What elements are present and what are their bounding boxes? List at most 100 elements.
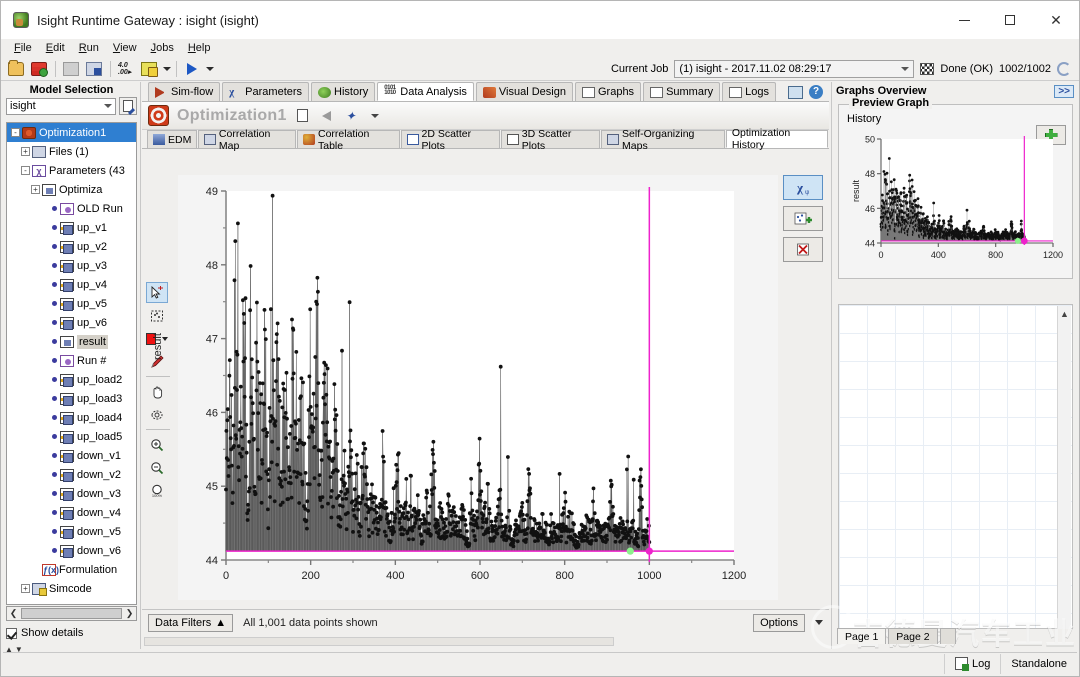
precision-icon[interactable]: 4.0.00▸ xyxy=(115,59,137,79)
tree-expander-icon[interactable]: - xyxy=(21,166,30,175)
tree-item[interactable]: up_v2 xyxy=(7,237,136,256)
tab-history[interactable]: History xyxy=(311,82,375,101)
zoom-out-icon[interactable] xyxy=(146,457,168,478)
tree-horizontal-scrollbar[interactable]: ❮ ❯ xyxy=(6,606,137,621)
minimize-button[interactable] xyxy=(941,1,987,39)
lasso-icon[interactable] xyxy=(146,404,168,425)
zoom-in-icon[interactable] xyxy=(146,434,168,455)
page-tab[interactable] xyxy=(940,628,956,644)
show-details-row[interactable]: Show details xyxy=(6,627,83,639)
menu-edit[interactable]: Edit xyxy=(39,41,72,55)
page-tab[interactable]: Page 2 xyxy=(888,628,937,644)
tree-item[interactable]: -χParameters (43 xyxy=(7,161,136,180)
tree-item[interactable]: ƒ(x)Formulation xyxy=(7,560,136,579)
tree-item[interactable]: +Optimiza xyxy=(7,180,136,199)
page-tab[interactable]: Page 1 xyxy=(837,628,886,644)
main-tab-bar[interactable]: Sim-flowχParametersHistory01011010Data A… xyxy=(142,82,829,102)
subtab-3d-scatter-plots[interactable]: 3D Scatter Plots xyxy=(501,130,600,148)
save-as-icon[interactable] xyxy=(83,59,105,79)
help-icon[interactable]: ? xyxy=(809,85,823,99)
tree-item[interactable]: up_v4 xyxy=(7,275,136,294)
options-button[interactable]: Options xyxy=(753,614,805,632)
current-job-select[interactable]: (1) isight - 2017.11.02 08:29:17 xyxy=(674,60,914,78)
menu-run[interactable]: Run xyxy=(72,41,106,55)
tree-item[interactable]: up_load4 xyxy=(7,408,136,427)
close-button[interactable]: ✕ xyxy=(1033,1,1079,39)
tree-item[interactable]: up_load3 xyxy=(7,389,136,408)
tree-item[interactable]: result xyxy=(7,332,136,351)
page-tab-bar[interactable]: Page 1Page 2 xyxy=(837,627,958,644)
maximize-button[interactable] xyxy=(987,1,1033,39)
open-folder-icon[interactable] xyxy=(5,59,27,79)
tab-summary[interactable]: Summary xyxy=(643,82,720,101)
subtab-edm[interactable]: EDM xyxy=(147,130,197,148)
model-edit-button[interactable] xyxy=(119,97,137,115)
tab-parameters[interactable]: χParameters xyxy=(222,82,309,101)
scrollbar-thumb[interactable] xyxy=(144,637,614,646)
database-icon[interactable] xyxy=(28,59,50,79)
expand-panel-button[interactable]: >> xyxy=(1054,85,1074,98)
tree-item[interactable]: down_v4 xyxy=(7,503,136,522)
tree-item[interactable]: up_load2 xyxy=(7,370,136,389)
preview-chart-svg[interactable]: 4446485004008001200result xyxy=(845,131,1067,271)
subtab-self-organizing-maps[interactable]: Self-Organizing Maps xyxy=(601,130,724,148)
caret-icon[interactable] xyxy=(367,108,383,124)
tree-item[interactable]: up_v3 xyxy=(7,256,136,275)
wand-icon[interactable]: ✦ xyxy=(343,108,359,124)
subtab-correlation-map[interactable]: Correlation Map xyxy=(198,130,296,148)
scroll-left-arrow-icon[interactable]: ❮ xyxy=(7,608,20,619)
marquee-select-icon[interactable] xyxy=(146,305,168,326)
zoom-reset-icon[interactable]: 100% xyxy=(146,480,168,501)
tab-visual-design[interactable]: Visual Design xyxy=(476,82,573,101)
tree-item[interactable]: up_v6 xyxy=(7,313,136,332)
save-icon[interactable] xyxy=(60,59,82,79)
tab-logs[interactable]: Logs xyxy=(722,82,776,101)
graph-thumbnails-area[interactable]: ▲ xyxy=(838,304,1073,629)
tree-item[interactable]: down_v5 xyxy=(7,522,136,541)
tree-item[interactable]: -Optimization1 xyxy=(7,123,136,142)
window-layout-icon[interactable] xyxy=(788,86,803,99)
run-caret-icon[interactable] xyxy=(204,59,215,79)
tree-expander-icon[interactable]: - xyxy=(11,128,20,137)
menu-view[interactable]: View xyxy=(106,41,144,55)
tree-expander-icon[interactable]: + xyxy=(31,185,40,194)
chart-svg[interactable]: 444546474849020040060080010001200 xyxy=(178,175,778,600)
subtab-2d-scatter-plots[interactable]: 2D Scatter Plots xyxy=(401,130,500,148)
tree-item[interactable]: up_load5 xyxy=(7,427,136,446)
edit-icon[interactable] xyxy=(295,108,311,124)
menu-jobs[interactable]: Jobs xyxy=(144,41,181,55)
tab-data-analysis[interactable]: 01011010Data Analysis xyxy=(377,82,474,101)
run-icon[interactable] xyxy=(181,59,203,79)
tree-item[interactable]: up_v1 xyxy=(7,218,136,237)
show-details-checkbox[interactable] xyxy=(6,628,17,639)
grid-run-icon[interactable] xyxy=(138,59,160,79)
scroll-right-arrow-icon[interactable]: ❯ xyxy=(123,608,136,619)
dropdown-caret-icon[interactable] xyxy=(161,59,172,79)
subtab-correlation-table[interactable]: Correlation Table xyxy=(297,130,399,148)
analysis-sub-tab-bar[interactable]: EDMCorrelation MapCorrelation Table2D Sc… xyxy=(142,130,829,149)
delete-points-icon[interactable] xyxy=(783,237,823,262)
chi-overlay-icon[interactable]: χψ xyxy=(783,175,823,200)
thumbnails-scrollbar[interactable]: ▲ xyxy=(1057,306,1071,629)
pan-hand-icon[interactable] xyxy=(146,381,168,402)
tree-expander-icon[interactable]: + xyxy=(21,584,30,593)
model-tree[interactable]: -Optimization1+Files (1)-χParameters (43… xyxy=(6,122,137,605)
tab-graphs[interactable]: Graphs xyxy=(575,82,641,101)
tree-item[interactable]: +Simcode xyxy=(7,579,136,598)
optimization-history-chart[interactable]: result 444546474849020040060080010001200 xyxy=(178,175,778,600)
log-status-cell[interactable]: Log xyxy=(944,654,1000,674)
select-pointer-icon[interactable] xyxy=(146,282,168,303)
tree-item[interactable]: up_v5 xyxy=(7,294,136,313)
data-filters-button[interactable]: Data Filters ▲ xyxy=(148,614,233,632)
tree-item[interactable]: down_v1 xyxy=(7,446,136,465)
tree-item[interactable]: down_v3 xyxy=(7,484,136,503)
back-arrow-icon[interactable] xyxy=(319,108,335,124)
model-select[interactable]: isight xyxy=(6,98,116,115)
tree-expander-icon[interactable]: + xyxy=(21,147,30,156)
refresh-icon[interactable] xyxy=(1057,62,1071,76)
tree-item[interactable]: +Files (1) xyxy=(7,142,136,161)
graph-horizontal-scrollbar[interactable] xyxy=(142,635,829,648)
tree-item[interactable]: down_v6 xyxy=(7,541,136,560)
menu-help[interactable]: Help xyxy=(181,41,218,55)
subtab-optimization-history[interactable]: Optimization History xyxy=(726,130,828,148)
